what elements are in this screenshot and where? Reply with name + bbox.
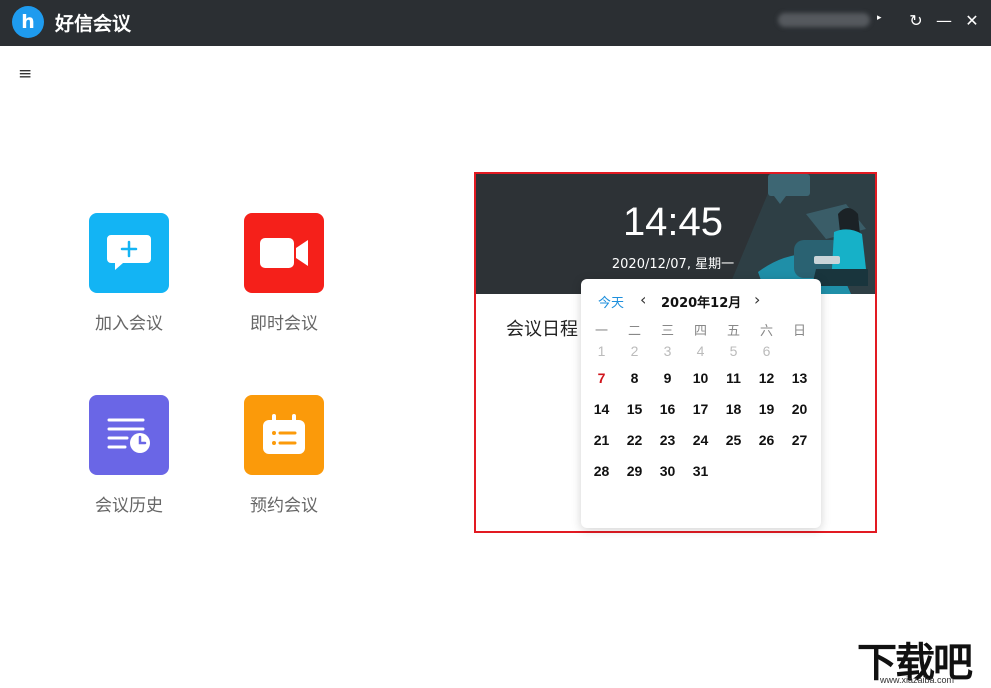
hamburger-menu-icon[interactable]: ≡ xyxy=(18,64,38,88)
weekday-row: 一 二 三 四 五 六 日 xyxy=(585,320,817,343)
day-cell[interactable]: 27 xyxy=(783,432,816,463)
day-cell[interactable]: 15 xyxy=(618,401,651,432)
meeting-history-label: 会议历史 xyxy=(95,496,163,516)
weekday-label: 日 xyxy=(792,324,806,339)
close-button[interactable]: ✕ xyxy=(962,8,982,32)
video-camera-icon xyxy=(244,213,324,293)
day-cell-disabled xyxy=(783,343,816,370)
day-cell-disabled: 2 xyxy=(630,343,639,359)
day-cell[interactable]: 22 xyxy=(618,432,651,463)
weekday-label: 四 xyxy=(693,324,707,339)
join-meeting-button[interactable]: 加入会议 xyxy=(69,213,189,334)
day-cell-disabled: 1 xyxy=(597,343,606,359)
calendar-grid: 一 二 三 四 五 六 日 1 2 3 4 5 6 7 8 9 10 11 12… xyxy=(585,320,817,494)
instant-meeting-button[interactable]: 即时会议 xyxy=(224,213,344,334)
day-cell-today[interactable]: 7 xyxy=(585,370,618,401)
today-link[interactable]: 今天 xyxy=(598,292,624,311)
month-title: 2020年12月 xyxy=(661,296,742,311)
calendar-header: 今天 ‹ 2020年12月 › xyxy=(581,290,821,311)
day-cell[interactable]: 16 xyxy=(651,401,684,432)
meeting-history-button[interactable]: 会议历史 xyxy=(69,395,189,516)
day-cell[interactable]: 19 xyxy=(750,401,783,432)
weekday-label: 五 xyxy=(726,324,740,339)
day-cell[interactable]: 28 xyxy=(585,463,618,494)
calendar-popup: 今天 ‹ 2020年12月 › 一 二 三 四 五 六 日 1 2 3 4 5 … xyxy=(581,279,821,528)
day-cell[interactable]: 21 xyxy=(585,432,618,463)
calendar-week-row: 14 15 16 17 18 19 20 xyxy=(585,401,817,432)
day-cell-disabled: 6 xyxy=(762,343,771,359)
weekday-label: 一 xyxy=(594,324,608,339)
weekday-label: 六 xyxy=(759,324,773,339)
schedule-meeting-label: 预约会议 xyxy=(250,496,318,516)
history-list-icon xyxy=(89,395,169,475)
calendar-week-row: 1 2 3 4 5 6 xyxy=(585,343,817,370)
app-title: 好信会议 xyxy=(55,13,132,35)
account-dropdown-icon[interactable]: ▸ xyxy=(877,13,882,23)
instant-meeting-label: 即时会议 xyxy=(250,314,318,334)
weekday-label: 二 xyxy=(627,324,641,339)
schedule-meeting-button[interactable]: 预约会议 xyxy=(224,395,344,516)
day-cell-empty xyxy=(783,463,816,494)
weekday-label: 三 xyxy=(660,324,674,339)
day-cell[interactable]: 31 xyxy=(684,463,717,494)
day-cell[interactable]: 26 xyxy=(750,432,783,463)
day-cell-empty xyxy=(750,463,783,494)
day-cell[interactable]: 20 xyxy=(783,401,816,432)
calendar-week-row: 7 8 9 10 11 12 13 xyxy=(585,370,817,401)
minimize-button[interactable]: — xyxy=(934,8,954,32)
schedule-title: 会议日程 xyxy=(506,319,578,340)
day-cell-disabled: 3 xyxy=(663,343,672,359)
day-cell-empty xyxy=(717,463,750,494)
watermark: 下载吧 www.xiazaiba.com xyxy=(855,630,991,686)
next-month-icon[interactable]: › xyxy=(754,290,760,309)
day-cell-disabled: 4 xyxy=(696,343,705,359)
day-cell[interactable]: 14 xyxy=(585,401,618,432)
day-cell[interactable]: 23 xyxy=(651,432,684,463)
title-bar: h 好信会议 ▸ ↻ — ✕ xyxy=(0,0,991,46)
day-cell[interactable]: 11 xyxy=(717,370,750,401)
day-cell-disabled: 5 xyxy=(729,343,738,359)
watermark-url: www.xiazaiba.com xyxy=(880,675,955,685)
user-account-name[interactable] xyxy=(778,13,870,27)
chat-plus-icon xyxy=(89,213,169,293)
day-cell[interactable]: 12 xyxy=(750,370,783,401)
calendar-list-icon xyxy=(244,395,324,475)
prev-month-icon[interactable]: ‹ xyxy=(640,290,646,309)
day-cell[interactable]: 24 xyxy=(684,432,717,463)
day-cell[interactable]: 9 xyxy=(651,370,684,401)
day-cell[interactable]: 13 xyxy=(783,370,816,401)
day-cell[interactable]: 17 xyxy=(684,401,717,432)
day-cell[interactable]: 25 xyxy=(717,432,750,463)
day-cell[interactable]: 30 xyxy=(651,463,684,494)
calendar-week-row: 28 29 30 31 xyxy=(585,463,817,494)
join-meeting-label: 加入会议 xyxy=(95,314,163,334)
app-logo-icon: h xyxy=(12,6,44,38)
day-cell[interactable]: 10 xyxy=(684,370,717,401)
current-date: 2020/12/07, 星期一 xyxy=(611,257,735,272)
clock-banner: 14:45 2020/12/07, 星期一 xyxy=(476,174,875,294)
day-cell[interactable]: 8 xyxy=(618,370,651,401)
refresh-button[interactable]: ↻ xyxy=(906,8,926,32)
day-cell[interactable]: 18 xyxy=(717,401,750,432)
day-cell[interactable]: 29 xyxy=(618,463,651,494)
current-time: 14:45 xyxy=(622,200,724,244)
calendar-week-row: 21 22 23 24 25 26 27 xyxy=(585,432,817,463)
